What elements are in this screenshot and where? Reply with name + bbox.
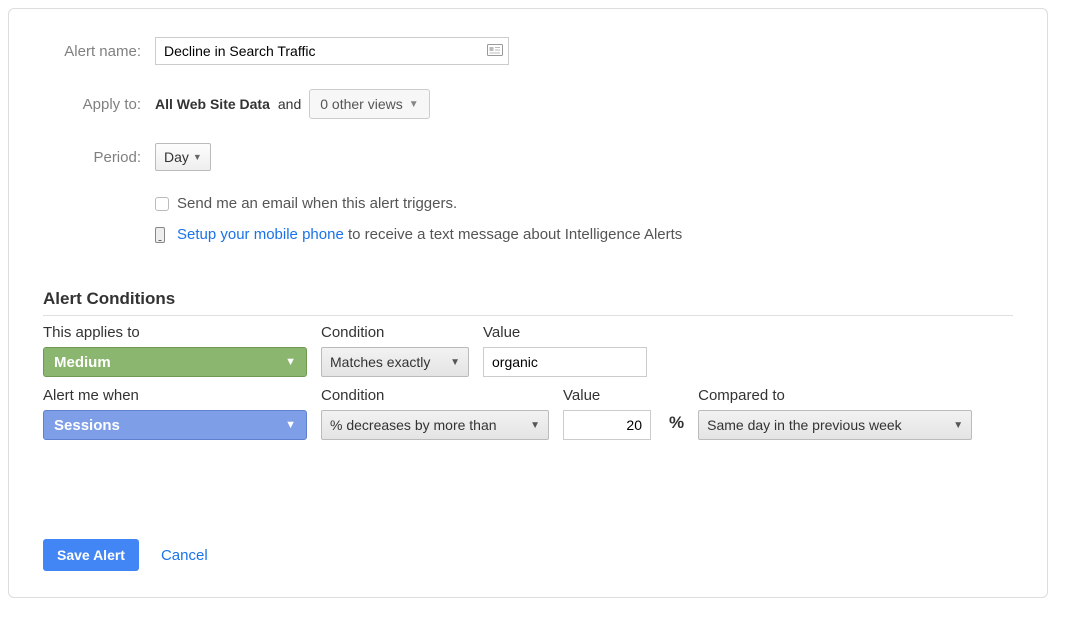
save-alert-button[interactable]: Save Alert (43, 539, 139, 571)
percent-symbol: % (669, 413, 684, 433)
alert-conditions-title: Alert Conditions (43, 289, 1013, 309)
applies-to-value: Medium (54, 354, 111, 371)
email-checkbox[interactable] (155, 197, 169, 211)
other-views-label: 0 other views (320, 96, 402, 112)
alert-name-input[interactable] (155, 37, 509, 65)
condition2-value: % decreases by more than (330, 417, 497, 433)
compared-select[interactable]: Same day in the previous week ▼ (698, 410, 972, 440)
chevron-down-icon: ▼ (285, 356, 296, 368)
email-checkbox-label: Send me an email when this alert trigger… (177, 195, 457, 212)
value1-input[interactable] (483, 347, 647, 377)
mobile-phone-icon (155, 227, 165, 243)
chevron-down-icon: ▼ (409, 99, 419, 110)
alert-when-label: Alert me when (43, 387, 307, 404)
compared-value: Same day in the previous week (707, 417, 902, 433)
condition1-label: Condition (321, 324, 469, 341)
chevron-down-icon: ▼ (953, 420, 963, 431)
alert-name-row: Alert name: (43, 37, 1013, 65)
alert-name-label: Alert name: (43, 43, 155, 60)
apply-to-row: Apply to: All Web Site Data and 0 other … (43, 89, 1013, 119)
condition2-select[interactable]: % decreases by more than ▼ (321, 410, 549, 440)
apply-to-label: Apply to: (43, 96, 155, 113)
value1-label: Value (483, 324, 647, 341)
mobile-rest-text: to receive a text message about Intellig… (344, 226, 683, 243)
setup-mobile-link[interactable]: Setup your mobile phone (177, 226, 344, 243)
alert-when-value: Sessions (54, 417, 120, 434)
alert-config-card: Alert name: Apply to: All Web Site Data … (8, 8, 1048, 598)
period-value: Day (164, 149, 189, 165)
compared-label: Compared to (698, 387, 972, 404)
contact-card-icon (487, 43, 503, 59)
alert-when-select[interactable]: Sessions ▼ (43, 410, 307, 440)
section-divider (43, 315, 1013, 316)
applies-to-label: This applies to (43, 324, 307, 341)
condition2-label: Condition (321, 387, 549, 404)
cancel-link[interactable]: Cancel (161, 547, 208, 564)
alert-name-input-wrap (155, 37, 509, 65)
chevron-down-icon: ▼ (193, 152, 202, 162)
period-row: Period: Day ▼ (43, 143, 1013, 171)
period-label: Period: (43, 149, 155, 166)
period-dropdown[interactable]: Day ▼ (155, 143, 211, 171)
apply-to-and: and (278, 96, 301, 112)
condition-row-2: Alert me when Sessions ▼ Condition % dec… (43, 387, 1013, 440)
apply-to-view: All Web Site Data (155, 96, 270, 112)
email-option-row: Send me an email when this alert trigger… (155, 195, 1013, 212)
chevron-down-icon: ▼ (285, 419, 296, 431)
footer-actions: Save Alert Cancel (43, 539, 208, 571)
condition-row-1: This applies to Medium ▼ Condition Match… (43, 324, 1013, 377)
mobile-option-row: Setup your mobile phone to receive a tex… (155, 226, 1013, 243)
chevron-down-icon: ▼ (530, 420, 540, 431)
other-views-dropdown[interactable]: 0 other views ▼ (309, 89, 429, 119)
chevron-down-icon: ▼ (450, 357, 460, 368)
applies-to-select[interactable]: Medium ▼ (43, 347, 307, 377)
value2-input[interactable] (563, 410, 651, 440)
value2-label: Value (563, 387, 651, 404)
condition1-select[interactable]: Matches exactly ▼ (321, 347, 469, 377)
condition1-value: Matches exactly (330, 354, 430, 370)
